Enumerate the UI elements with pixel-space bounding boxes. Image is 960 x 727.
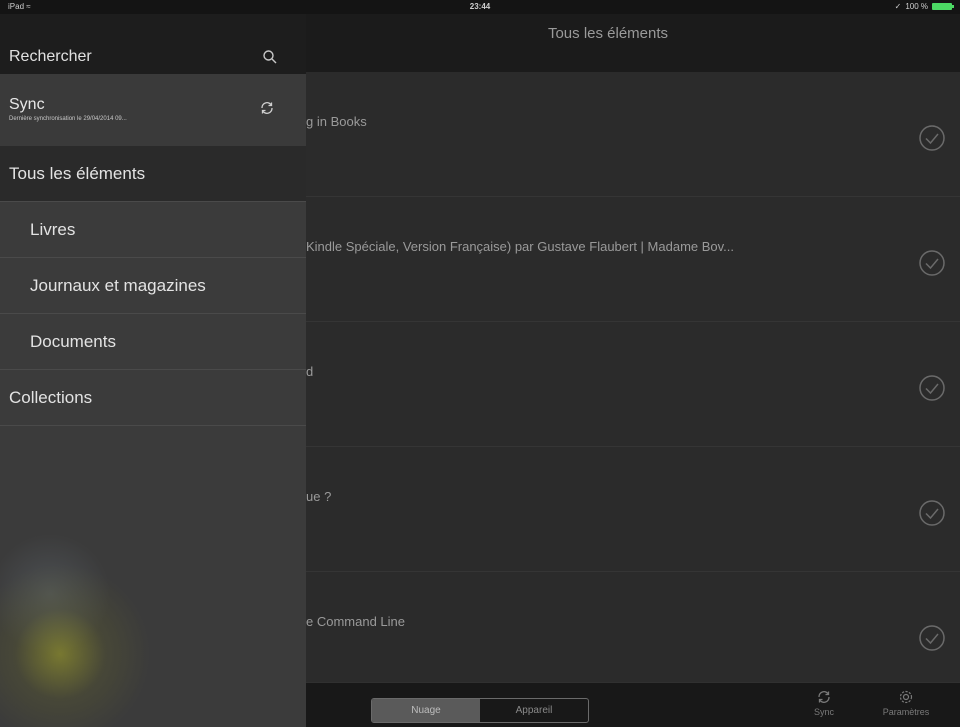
page-title: Tous les éléments	[547, 24, 669, 42]
search-label: Rechercher	[9, 48, 92, 65]
check-circle-icon[interactable]	[918, 624, 946, 652]
sidebar-item-label: Documents	[30, 332, 116, 351]
sidebar-item-label: Livres	[30, 220, 76, 239]
list-item[interactable]: ue ?	[306, 447, 960, 572]
list-item[interactable]: Kindle Spéciale, Version Française) par …	[306, 197, 960, 322]
gear-icon	[899, 690, 913, 704]
sync-icon	[818, 691, 830, 703]
list-item[interactable]: e Command Line	[306, 572, 960, 697]
settings-label: Paramètres	[882, 707, 930, 717]
item-title: e Command Line	[306, 614, 405, 629]
check-circle-icon[interactable]	[918, 374, 946, 402]
sidebar: Rechercher Sync Dernière synchronisation…	[0, 14, 306, 727]
clock: 23:44	[469, 2, 491, 11]
sidebar-item-all[interactable]: Tous les éléments	[0, 146, 306, 202]
sidebar-item-label: Tous les éléments	[9, 164, 146, 183]
status-bar: iPad ≈ 23:44 ✓ 100 %	[0, 0, 960, 14]
sidebar-item-label: Journaux et magazines	[30, 276, 206, 295]
check-circle-icon[interactable]	[918, 249, 946, 277]
status-right: ✓ 100 %	[894, 2, 954, 11]
bluetooth-icon: ✓	[894, 2, 902, 11]
item-title: g in Books	[306, 114, 367, 129]
list-item[interactable]: d	[306, 322, 960, 447]
settings-button[interactable]: Paramètres	[876, 689, 936, 717]
sync-icon[interactable]	[259, 100, 275, 116]
sync-label: Sync	[813, 707, 834, 717]
source-segmented-control: Nuage Appareil	[371, 698, 589, 723]
search-icon[interactable]	[262, 49, 278, 65]
battery-icon	[932, 3, 954, 10]
sidebar-item-newspapers[interactable]: Journaux et magazines	[0, 258, 306, 314]
sync-subtitle: Dernière synchronisation le 29/04/2014 0…	[9, 116, 127, 122]
sidebar-item-label: Collections	[9, 388, 93, 407]
sidebar-search[interactable]: Rechercher	[0, 14, 306, 74]
item-title: d	[306, 364, 314, 379]
check-circle-icon[interactable]	[918, 124, 946, 152]
segment-device[interactable]: Appareil	[480, 699, 588, 722]
check-circle-icon[interactable]	[918, 499, 946, 527]
item-title: Kindle Spéciale, Version Française) par …	[306, 239, 735, 254]
sync-title: Sync	[9, 96, 45, 113]
battery-percent: 100 %	[905, 2, 928, 11]
item-title: ue ?	[306, 489, 332, 504]
sidebar-item-books[interactable]: Livres	[0, 202, 306, 258]
list-item[interactable]: g in Books	[306, 72, 960, 197]
sidebar-item-documents[interactable]: Documents	[0, 314, 306, 370]
sync-button[interactable]: Sync	[794, 689, 854, 717]
sidebar-item-collections[interactable]: Collections	[0, 370, 306, 426]
sidebar-sync[interactable]: Sync Dernière synchronisation le 29/04/2…	[0, 74, 306, 146]
segment-cloud[interactable]: Nuage	[372, 699, 480, 722]
